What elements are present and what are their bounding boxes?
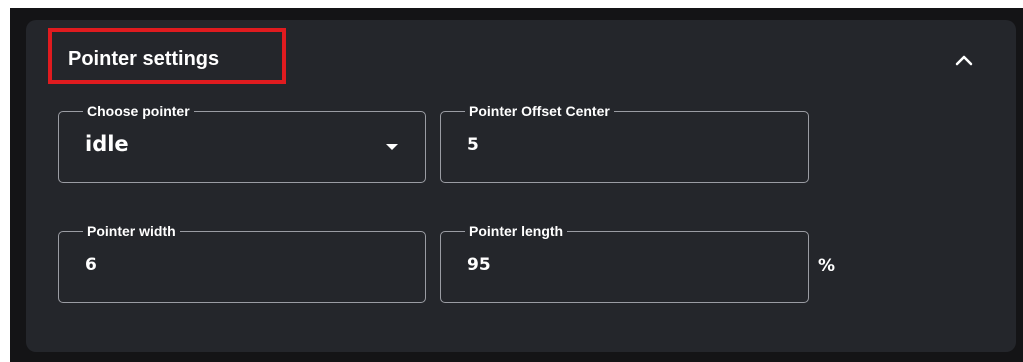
pointer-length-field[interactable]: Pointer length 95	[440, 223, 809, 303]
chevron-up-icon	[955, 55, 973, 66]
pointer-width-label: Pointer width	[83, 223, 180, 239]
pointer-length-label: Pointer length	[465, 223, 568, 239]
choose-pointer-select[interactable]: Choose pointer idle	[58, 103, 426, 183]
collapse-button[interactable]	[948, 44, 980, 76]
pointer-offset-center-field[interactable]: Pointer Offset Center 5	[440, 103, 809, 183]
caret-down-icon	[386, 144, 398, 150]
pointer-width-field[interactable]: Pointer width 6	[58, 223, 426, 303]
pointer-offset-center-value[interactable]: 5	[467, 135, 479, 155]
title-highlight-box	[48, 28, 286, 84]
choose-pointer-label: Choose pointer	[83, 103, 194, 119]
pointer-length-unit: %	[818, 256, 836, 276]
pointer-width-value[interactable]: 6	[85, 255, 97, 275]
pointer-offset-center-label: Pointer Offset Center	[465, 103, 614, 119]
pointer-length-value[interactable]: 95	[467, 255, 491, 275]
choose-pointer-value: idle	[85, 132, 129, 156]
